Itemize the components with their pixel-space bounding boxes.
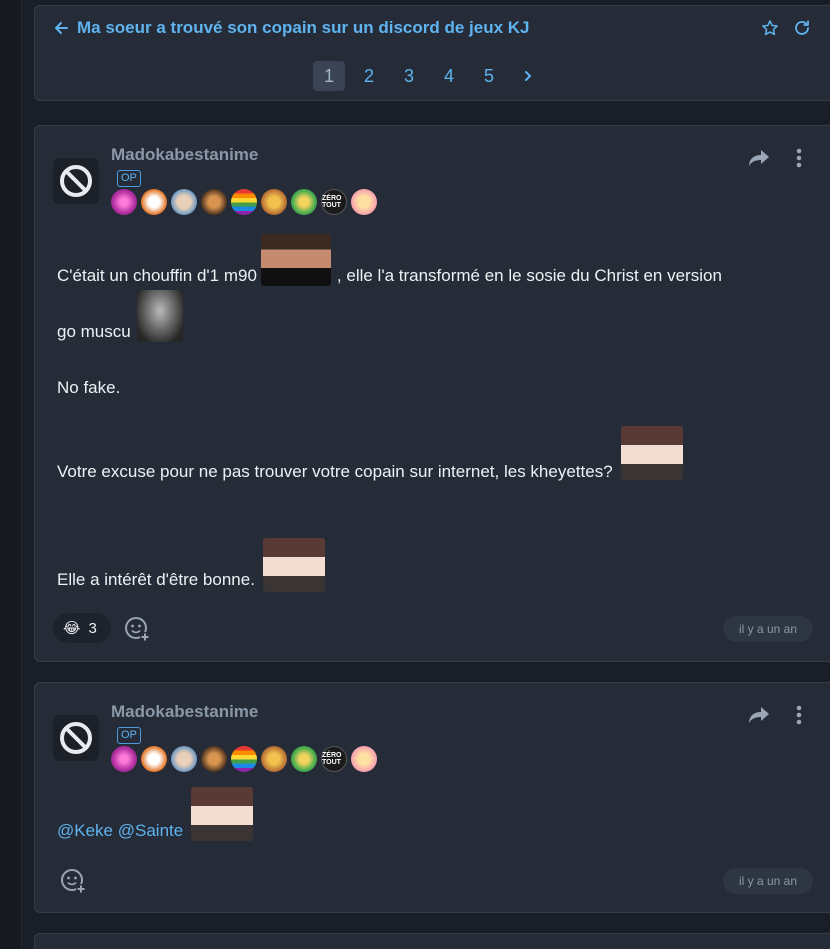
share-icon[interactable] — [747, 705, 771, 725]
topic-title: Ma soeur a trouvé son copain sur un disc… — [77, 18, 530, 37]
figure-badge-icon — [201, 746, 227, 772]
user-mention[interactable]: @Sainte — [118, 821, 183, 841]
badge-list: ZÉRO TOUT — [111, 189, 377, 215]
avatar[interactable] — [53, 715, 99, 761]
username[interactable]: Madokabestanime — [111, 145, 258, 165]
zero-tout-badge-icon: ZÉRO TOUT — [321, 189, 347, 215]
arrow-left-icon[interactable] — [53, 20, 69, 36]
sticker-man-glasses — [260, 234, 331, 286]
chicken-badge-icon — [141, 746, 167, 772]
spiral-badge-icon — [111, 746, 137, 772]
sticker-gigachad — [136, 290, 183, 342]
add-reaction-icon[interactable] — [123, 615, 151, 643]
star-icon[interactable] — [761, 19, 779, 37]
bear-badge-icon — [261, 746, 287, 772]
zero-tout-badge-icon: ZÉRO TOUT — [321, 746, 347, 772]
laughing-emoji-icon: 😂 — [63, 620, 81, 637]
post — [34, 933, 830, 949]
op-badge: OP — [117, 170, 141, 187]
username[interactable]: Madokabestanime — [111, 702, 258, 722]
sticker-anime-girl-wink — [620, 426, 683, 480]
old-man-badge-icon — [171, 746, 197, 772]
refresh-icon[interactable] — [793, 19, 811, 37]
post: Madokabestanime OP ZÉRO TOUT @Keke @Sain… — [34, 682, 830, 913]
figure-badge-icon — [201, 189, 227, 215]
reaction-button[interactable]: 😂 3 — [53, 613, 111, 643]
banned-icon — [60, 722, 92, 754]
rainbow-badge-icon — [231, 189, 257, 215]
sticker-anime-girl-blush — [262, 538, 325, 592]
more-vertical-icon[interactable] — [795, 704, 803, 726]
old-man-badge-icon — [171, 189, 197, 215]
reaction-count: 3 — [88, 619, 97, 637]
post-text: No fake. — [57, 378, 121, 397]
op-badge: OP — [117, 727, 141, 744]
user-mention[interactable]: @Keke — [57, 821, 113, 841]
spiral-badge-icon — [111, 189, 137, 215]
bear-badge-icon — [261, 189, 287, 215]
post-text: go muscu — [57, 322, 131, 341]
rainbow-badge-icon — [231, 746, 257, 772]
pagination: 1 2 3 4 5 — [313, 61, 543, 91]
anime-girl-badge-icon — [351, 746, 377, 772]
chicken-badge-icon — [141, 189, 167, 215]
post-text: Elle a intérêt d'être bonne. — [57, 570, 255, 589]
add-reaction-icon[interactable] — [59, 867, 87, 895]
page-1-button[interactable]: 1 — [313, 61, 345, 91]
post-text: , elle l'a transformé en le sosie du Chr… — [336, 266, 722, 285]
left-rail — [0, 0, 22, 949]
more-vertical-icon[interactable] — [795, 147, 803, 169]
page-4-button[interactable]: 4 — [433, 61, 465, 91]
frog-badge-icon — [291, 746, 317, 772]
sticker-anime-girl-wink — [191, 787, 254, 841]
avatar[interactable] — [53, 158, 99, 204]
frog-badge-icon — [291, 189, 317, 215]
page-3-button[interactable]: 3 — [393, 61, 425, 91]
share-icon[interactable] — [747, 148, 771, 168]
badge-list: ZÉRO TOUT — [111, 746, 377, 772]
chevron-right-icon[interactable] — [513, 61, 543, 91]
topic-title-row[interactable]: Ma soeur a trouvé son copain sur un disc… — [53, 18, 793, 38]
timestamp[interactable]: il y a un an — [723, 868, 813, 894]
timestamp[interactable]: il y a un an — [723, 616, 813, 642]
post: Madokabestanime OP ZÉRO TOUT C'était un … — [34, 125, 830, 662]
page-5-button[interactable]: 5 — [473, 61, 505, 91]
topic-header: Ma soeur a trouvé son copain sur un disc… — [34, 5, 830, 101]
banned-icon — [60, 165, 92, 197]
page-2-button[interactable]: 2 — [353, 61, 385, 91]
post-text: C'était un chouffin d'1 m90 — [57, 266, 257, 285]
post-text: Votre excuse pour ne pas trouver votre c… — [57, 462, 613, 481]
anime-girl-badge-icon — [351, 189, 377, 215]
